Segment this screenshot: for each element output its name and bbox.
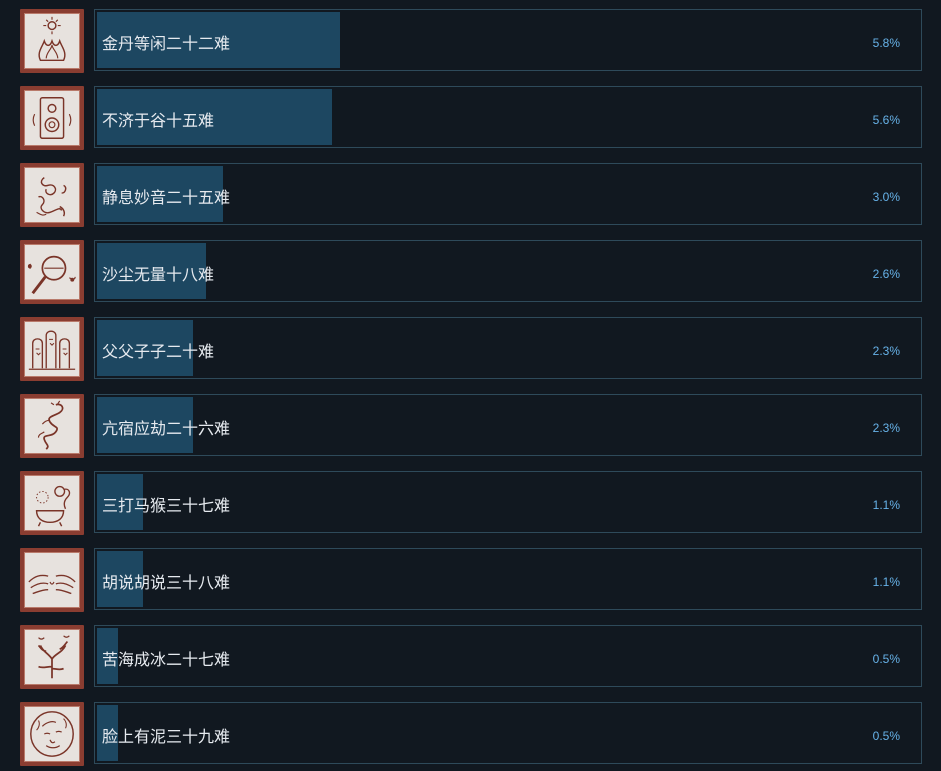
achievement-progress-bar: 胡说胡说三十八难 1.1%	[94, 548, 922, 610]
achievement-progress-bar: 三打马猴三十七难 1.1%	[94, 471, 922, 533]
achievement-icon-frame	[20, 163, 84, 227]
muddy-face-icon	[24, 706, 80, 762]
achievement-name: 脸上有泥三十九难	[102, 727, 231, 746]
achievement-row[interactable]: 苦海成冰二十七难 0.5%	[0, 625, 941, 691]
monkey-cauldron-icon	[24, 475, 80, 531]
swirl-creature-icon	[24, 167, 80, 223]
achievement-name: 静息妙音二十五难	[102, 188, 231, 207]
achievement-name: 沙尘无量十八难	[102, 265, 215, 284]
tombstones-icon	[24, 321, 80, 377]
achievement-unlock-percent: 2.3%	[872, 344, 900, 358]
achievement-unlock-percent: 2.3%	[872, 421, 900, 435]
achievement-progress-bar: 金丹等闲二十二难 5.8%	[94, 9, 922, 71]
achievement-row[interactable]: 三打马猴三十七难 1.1%	[0, 471, 941, 537]
achievement-icon-frame	[20, 240, 84, 304]
achievement-icon-frame	[20, 394, 84, 458]
achievement-progress-bar: 苦海成冰二十七难 0.5%	[94, 625, 922, 687]
achievement-progress-bar: 静息妙音二十五难 3.0%	[94, 163, 922, 225]
achievement-name: 亢宿应劫二十六难	[102, 419, 231, 438]
achievement-unlock-percent: 0.5%	[872, 729, 900, 743]
achievement-name: 不济于谷十五难	[102, 111, 215, 130]
achievement-icon-frame	[20, 471, 84, 535]
coral-tree-icon	[24, 629, 80, 685]
achievement-unlock-percent: 5.8%	[872, 36, 900, 50]
serpent-icon	[24, 398, 80, 454]
achievement-icon-frame	[20, 86, 84, 150]
achievement-row[interactable]: 亢宿应劫二十六难 2.3%	[0, 394, 941, 460]
flame-sun-icon	[24, 13, 80, 69]
achievement-row[interactable]: 沙尘无量十八难 2.6%	[0, 240, 941, 306]
achievement-name: 父父子子二十难	[102, 342, 215, 361]
achievement-row[interactable]: 金丹等闲二十二难 5.8%	[0, 9, 941, 75]
achievement-unlock-percent: 0.5%	[872, 652, 900, 666]
achievement-unlock-percent: 1.1%	[872, 575, 900, 589]
whiskers-icon	[24, 552, 80, 608]
achievement-row[interactable]: 父父子子二十难 2.3%	[0, 317, 941, 383]
achievement-row[interactable]: 静息妙音二十五难 3.0%	[0, 163, 941, 229]
achievement-progress-bar: 亢宿应劫二十六难 2.3%	[94, 394, 922, 456]
hand-drum-icon	[24, 244, 80, 300]
speaker-icon	[24, 90, 80, 146]
achievement-icon-frame	[20, 625, 84, 689]
achievement-name: 苦海成冰二十七难	[102, 650, 231, 669]
achievement-icon-frame	[20, 9, 84, 73]
achievement-progress-bar: 不济于谷十五难 5.6%	[94, 86, 922, 148]
achievement-list: 金丹等闲二十二难 5.8% 不济于谷十五难 5.6% 静息妙音二十五难 3.0% 沙尘无量十…	[0, 0, 941, 771]
achievement-name: 胡说胡说三十八难	[102, 573, 231, 592]
achievement-row[interactable]: 胡说胡说三十八难 1.1%	[0, 548, 941, 614]
achievement-unlock-percent: 3.0%	[872, 190, 900, 204]
achievement-progress-bar: 脸上有泥三十九难 0.5%	[94, 702, 922, 764]
achievement-row[interactable]: 不济于谷十五难 5.6%	[0, 86, 941, 152]
achievement-unlock-percent: 2.6%	[872, 267, 900, 281]
achievement-name: 三打马猴三十七难	[102, 496, 231, 515]
achievement-icon-frame	[20, 317, 84, 381]
achievement-name: 金丹等闲二十二难	[102, 34, 231, 53]
achievement-icon-frame	[20, 548, 84, 612]
achievement-progress-bar: 父父子子二十难 2.3%	[94, 317, 922, 379]
achievement-unlock-percent: 5.6%	[872, 113, 900, 127]
achievement-icon-frame	[20, 702, 84, 766]
achievement-unlock-percent: 1.1%	[872, 498, 900, 512]
achievement-row[interactable]: 脸上有泥三十九难 0.5%	[0, 702, 941, 768]
achievement-progress-bar: 沙尘无量十八难 2.6%	[94, 240, 922, 302]
